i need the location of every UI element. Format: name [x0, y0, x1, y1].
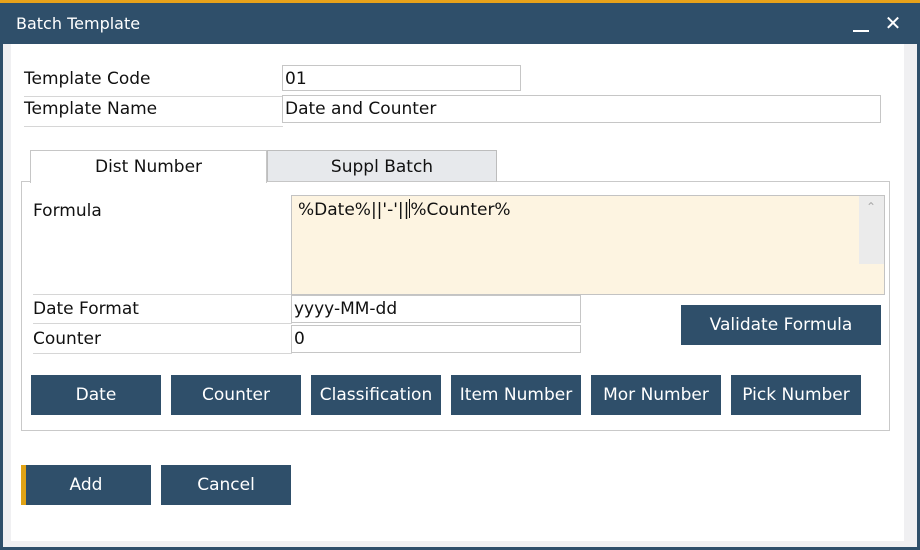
counter-label: Counter	[33, 329, 101, 349]
minimize-button[interactable]	[852, 17, 872, 35]
form-content: Template Code 01 Template Name Date and …	[11, 44, 904, 541]
date-format-label: Date Format	[33, 299, 139, 319]
insert-item-number-button[interactable]: Item Number	[451, 375, 581, 415]
window-body: Template Code 01 Template Name Date and …	[3, 44, 917, 547]
window-title: Batch Template	[16, 14, 141, 33]
insert-date-button[interactable]: Date	[31, 375, 161, 415]
batch-template-window: Batch Template ✕ Template Code 01 Templa…	[0, 0, 920, 550]
tab-suppl-batch[interactable]: Suppl Batch	[267, 150, 497, 182]
formula-textarea[interactable]: %Date%||'-'||%Counter% ⌃	[291, 195, 885, 295]
insert-pick-number-button[interactable]: Pick Number	[731, 375, 861, 415]
divider	[24, 126, 283, 127]
template-name-input[interactable]: Date and Counter	[282, 95, 881, 123]
insert-classification-button[interactable]: Classification	[311, 375, 441, 415]
counter-input[interactable]: 0	[291, 325, 581, 353]
add-button-label: Add	[69, 475, 103, 495]
tab-dist-number[interactable]: Dist Number	[30, 150, 267, 183]
divider	[24, 96, 283, 97]
title-bar: Batch Template ✕	[0, 3, 920, 44]
close-icon: ✕	[884, 11, 902, 35]
minimize-icon	[853, 30, 869, 32]
close-button[interactable]: ✕	[883, 13, 903, 33]
template-code-input[interactable]: 01	[282, 65, 521, 91]
add-button[interactable]: Add	[21, 465, 151, 505]
formula-scrollbar[interactable]: ⌃	[859, 196, 884, 264]
insert-mor-number-button[interactable]: Mor Number	[591, 375, 721, 415]
template-name-label: Template Name	[24, 99, 158, 119]
insert-counter-button[interactable]: Counter	[171, 375, 301, 415]
formula-label: Formula	[33, 201, 102, 221]
divider	[33, 353, 292, 354]
divider	[33, 294, 292, 295]
validate-formula-button[interactable]: Validate Formula	[681, 305, 881, 345]
formula-text-before-caret: %Date%||'-'||	[298, 200, 410, 220]
divider	[33, 323, 292, 324]
template-code-label: Template Code	[24, 69, 151, 89]
default-button-indicator	[21, 465, 26, 505]
scroll-up-icon[interactable]: ⌃	[865, 201, 877, 213]
formula-text-after-caret: %Counter%	[410, 200, 511, 220]
date-format-input[interactable]: yyyy-MM-dd	[291, 295, 581, 323]
cancel-button[interactable]: Cancel	[161, 465, 291, 505]
